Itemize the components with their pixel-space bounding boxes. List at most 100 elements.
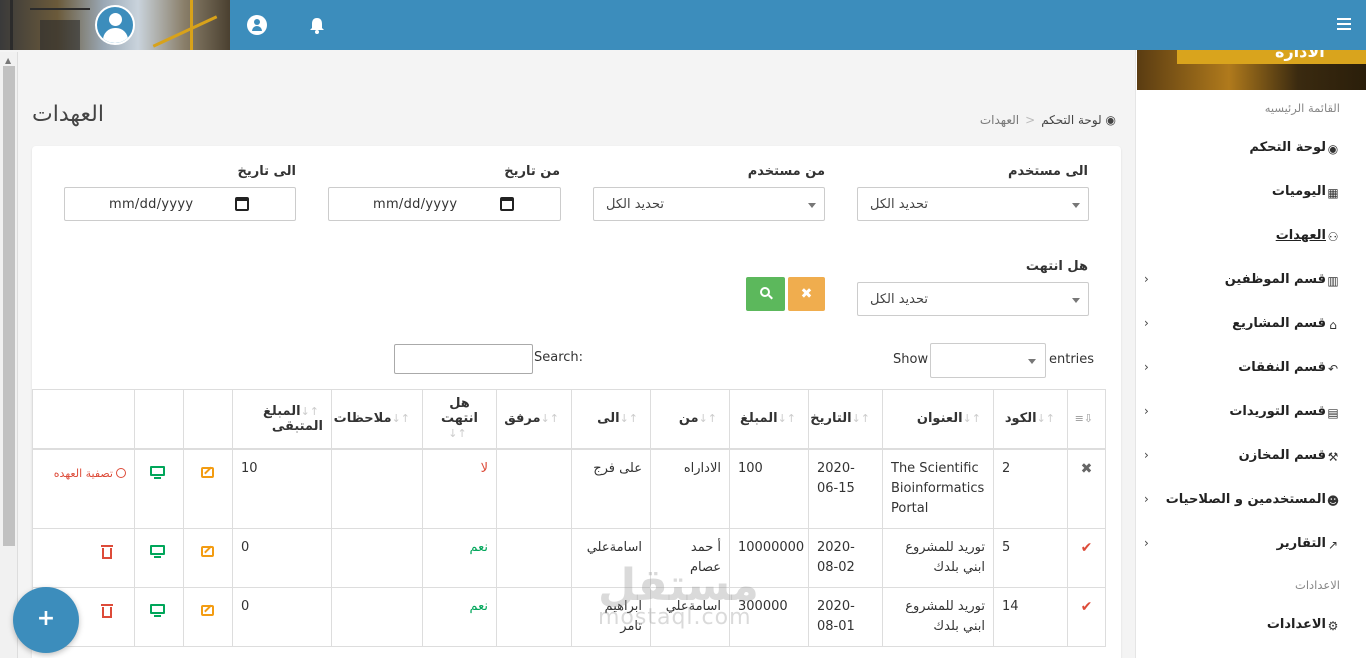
top-navbar (0, 0, 1366, 50)
trash-icon[interactable] (101, 603, 113, 618)
to-date-label: الى تاريخ (237, 164, 296, 179)
sidebar-item-label: قسم المشاريع (1232, 316, 1326, 331)
breadcrumb-home[interactable]: ◉ لوحة التحكم (1041, 113, 1116, 127)
column-header[interactable]: هل انتهت ↑↓ (422, 389, 497, 450)
edit-cell (183, 586, 233, 647)
to-user-select[interactable]: تحديد الكل (857, 187, 1089, 221)
to-date-placeholder: mm/dd/yyyy (109, 197, 194, 212)
column-header[interactable]: ↑↓مرفق (496, 389, 572, 450)
from-date-input[interactable]: mm/dd/yyyy (328, 187, 561, 221)
sidebar-item-label: العهدات (1275, 228, 1326, 243)
attachment-cell (496, 586, 572, 647)
view-cell (134, 527, 184, 588)
column-header[interactable]: ↑↓الى (571, 389, 651, 450)
edit-icon[interactable] (201, 545, 214, 557)
check-icon: ✔ (1080, 539, 1093, 556)
to-date-input[interactable]: mm/dd/yyyy (64, 187, 296, 221)
sidebar-item-label: التقارير (1276, 536, 1326, 551)
institution-icon: ⌂ (1329, 318, 1337, 332)
sidebar-item-projects[interactable]: ⌂ قسم المشاريع ‹ (1135, 307, 1366, 343)
user-icon[interactable] (247, 15, 267, 35)
finished-cell: نعم (422, 586, 497, 647)
column-header (183, 389, 233, 450)
monitor-icon[interactable] (150, 544, 165, 558)
sidebar-item-reports[interactable]: ↗ التقارير ‹ (1135, 527, 1366, 563)
close-icon: ✖ (1080, 460, 1093, 477)
monitor-icon[interactable] (150, 465, 165, 479)
sidebar-item-dashboard[interactable]: ◉ لوحة التحكم (1135, 131, 1366, 167)
code-cell: 14 (993, 586, 1068, 647)
sidebar-item-employees[interactable]: ▥ قسم الموظفين ‹ (1135, 263, 1366, 299)
finished-select[interactable]: تحديد الكل (857, 282, 1089, 316)
row-status-cell[interactable]: ✔ (1067, 586, 1106, 647)
attachment-cell (496, 527, 572, 588)
finished-cell: نعم (422, 527, 497, 588)
calendar-icon[interactable] (500, 197, 514, 211)
settle-cell: تصفية العهده (32, 448, 135, 529)
column-header[interactable]: ↑↓الكود (993, 389, 1068, 450)
column-header (32, 389, 135, 450)
from-user-select[interactable]: تحديد الكل (593, 187, 825, 221)
remaining-cell: 0 (232, 586, 332, 647)
circle-icon (116, 467, 126, 478)
row-status-cell[interactable]: ✔ (1067, 527, 1106, 588)
sidebar-item-warehouses[interactable]: ⚒ قسم المخازن ‹ (1135, 439, 1366, 475)
line-chart-icon: ↗ (1327, 538, 1339, 552)
watermark-url: mostaql.com (598, 605, 752, 630)
column-header[interactable]: ↑↓العنوان (882, 389, 994, 450)
calendar-icon[interactable] (235, 197, 249, 211)
reset-button[interactable]: ✖ (788, 277, 825, 311)
caret-down-icon (1072, 203, 1080, 208)
amount-cell: 100 (729, 448, 809, 529)
notes-cell (331, 586, 423, 647)
sidebar-item-journals[interactable]: ▦ اليوميات (1135, 175, 1366, 211)
monitor-icon[interactable] (150, 603, 165, 617)
edit-icon[interactable] (201, 604, 214, 616)
sidebar-item-custody[interactable]: ⚇ العهدات (1135, 219, 1366, 255)
sidebar-item-settings[interactable]: ⚙ الاعدادات (1135, 608, 1366, 644)
code-cell: 5 (993, 527, 1068, 588)
notes-cell (331, 448, 423, 529)
view-cell (134, 448, 184, 529)
scrollbar[interactable]: ▲ (0, 52, 18, 658)
sidebar-item-label: قسم التوريدات (1229, 404, 1326, 419)
chevron-left-icon: ‹ (1144, 272, 1149, 286)
sidebar-item-label: اليوميات (1271, 184, 1326, 199)
sidebar-item-label: قسم المخازن (1238, 448, 1326, 463)
row-status-cell[interactable]: ✖ (1067, 448, 1106, 529)
title-cell: توريد للمشروع ابني بلدك (882, 527, 994, 588)
column-header[interactable]: ↑↓المبلغ المتبقى (232, 389, 332, 450)
page-title: العهدات (32, 102, 104, 127)
delete-cell (32, 527, 135, 588)
column-header-select[interactable]: ⇩≡ (1067, 389, 1106, 450)
date-cell: 2020-08-01 (808, 586, 883, 647)
avatar[interactable] (95, 5, 135, 45)
settle-custody-link[interactable]: تصفية العهده (54, 464, 126, 484)
finished-cell: لا (422, 448, 497, 529)
users-icon: ☻ (1326, 494, 1340, 508)
sidebar-item-expenses[interactable]: ↶ قسم النفقات ‹ (1135, 351, 1366, 387)
caret-down-icon (1028, 359, 1036, 364)
finished-label: هل انتهت (1025, 259, 1088, 274)
column-header[interactable]: ↑↓التاريخ (808, 389, 883, 450)
calendar-icon: ▦ (1327, 186, 1339, 200)
caret-down-icon (808, 203, 816, 208)
entries-length-select[interactable] (930, 343, 1046, 378)
column-header[interactable]: ↑↓المبلغ (729, 389, 809, 450)
column-header[interactable]: ↑↓من (650, 389, 730, 450)
edit-icon[interactable] (201, 466, 214, 478)
notes-cell (331, 527, 423, 588)
trash-icon[interactable] (101, 544, 113, 559)
search-input[interactable] (394, 344, 533, 374)
column-header[interactable]: ↑↓ملاحظات (331, 389, 423, 450)
search-button[interactable] (746, 277, 785, 311)
sidebar-item-users-permissions[interactable]: ☻ المستخدمين و الصلاحيات ‹ (1135, 483, 1366, 519)
edit-cell (183, 448, 233, 529)
chevron-left-icon: ‹ (1144, 404, 1149, 418)
add-button[interactable]: + (13, 587, 79, 653)
bell-icon[interactable] (308, 15, 326, 35)
from-date-placeholder: mm/dd/yyyy (373, 197, 458, 212)
reply-icon: ↶ (1327, 362, 1339, 376)
menu-toggle-icon[interactable] (1337, 18, 1351, 32)
sidebar-item-supplies[interactable]: ▤ قسم التوريدات ‹ (1135, 395, 1366, 431)
